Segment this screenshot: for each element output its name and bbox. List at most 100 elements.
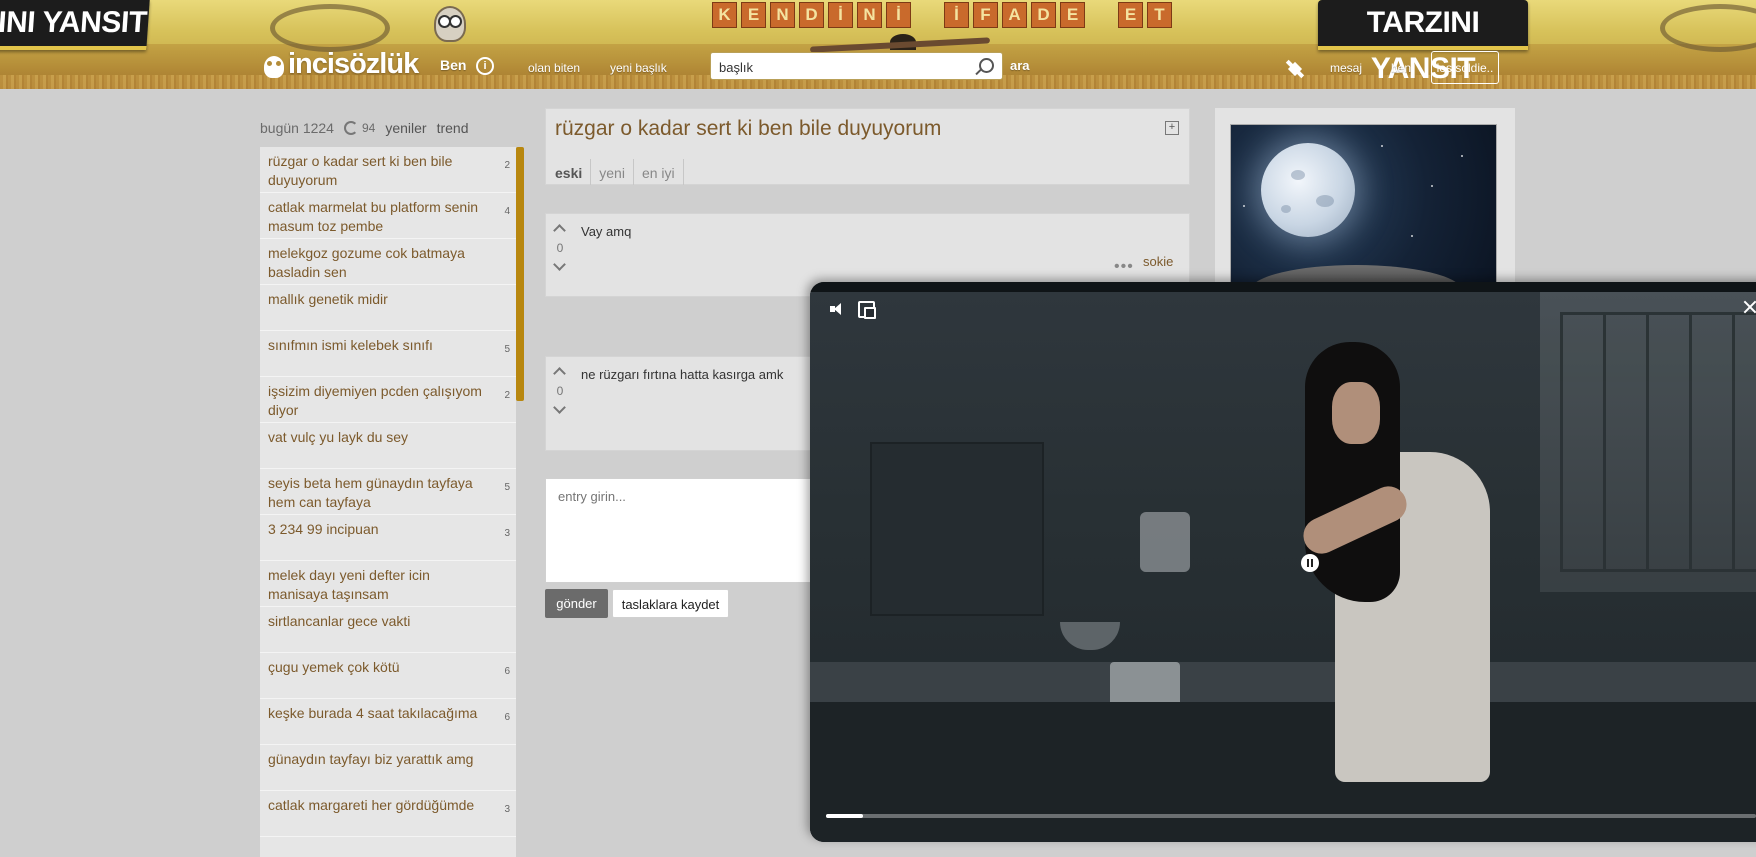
tagline-letter: F [973,2,998,28]
sidebar-topic-item[interactable]: melek dayı yeni defter icin manisaya taş… [260,561,516,607]
nav-yeni-baslik[interactable]: yeni başlık [610,61,667,75]
sidebar-topic-title[interactable]: işsizim diyemiyen pcden çalışıyom diyor [268,382,488,420]
vote-count: 0 [556,241,564,255]
sidebar-topic-title[interactable]: mallık genetik midir [268,290,488,309]
sidebar-topic-title[interactable]: melekgoz gozume cok batmaya basladin sen [268,244,488,282]
upvote-icon[interactable] [553,224,566,237]
info-icon[interactable]: i [476,57,494,75]
nav-mesaj[interactable]: mesaj [1330,61,1362,75]
sidebar-topic-item[interactable]: sirtlancanlar gece vakti [260,607,516,653]
sidebar-topic-item[interactable]: çugu yemek çok kötü 6 [260,653,516,699]
send-button[interactable]: gönder [545,589,608,618]
expand-icon[interactable]: + [1165,121,1179,135]
nav-olan-biten[interactable]: olan biten [528,61,580,75]
tagline-letter: İ [944,2,969,28]
sidebar-topic-item[interactable]: 3 234 99 incipuan 3 [260,515,516,561]
sidebar-topic-count: 3 [504,528,510,539]
video-player[interactable] [810,282,1756,842]
save-draft-button[interactable]: taslaklara kaydet [612,589,729,618]
sidebar-topic-item[interactable]: melekgoz gozume cok batmaya basladin sen [260,239,516,285]
search-icon[interactable] [979,58,994,73]
sidebar-topic-item[interactable]: rüzgar o kadar sert ki ben bile duyuyoru… [260,147,516,193]
video-progress-bar[interactable] [826,814,1756,818]
sidebar-topic-title[interactable]: sirtlancanlar gece vakti [268,612,488,631]
video-topbar [810,282,1756,292]
video-progress-fill [826,814,864,818]
volume-icon[interactable] [830,302,846,316]
sidebar-topic-title[interactable]: rüzgar o kadar sert ki ben bile duyuyoru… [268,152,488,190]
downvote-icon[interactable] [553,401,566,414]
sidebar-topic-title[interactable]: çugu yemek çok kötü [268,658,488,677]
sidebar-topic-title[interactable]: keşke burada 4 saat takılacağıma [268,704,488,723]
tab-yeni[interactable]: yeni [599,159,634,185]
sidebar-topic-title[interactable]: catlak marmelat bu platform senin masum … [268,198,488,236]
nav-ben-link[interactable]: ben [1391,61,1411,75]
satellite-icon[interactable] [1284,58,1306,80]
sidebar-topic-title[interactable]: catlak margareti her gördüğümde [268,796,488,815]
video-frame[interactable] [810,292,1756,842]
topic-list: rüzgar o kadar sert ki ben bile duyuyoru… [260,147,516,857]
sidebar-topic-title[interactable]: seyis beta hem günaydın tayfaya hem can … [268,474,488,512]
sidebar-topic-item[interactable]: keşke burada 4 saat takılacağıma 6 [260,699,516,745]
search-button[interactable]: ara [1010,58,1030,73]
page-title[interactable]: rüzgar o kadar sert ki ben bile duyuyoru… [555,117,941,141]
banner-decoration-ring [270,4,390,52]
tab-eski[interactable]: eski [555,159,592,185]
site-logo[interactable]: incisözlük [288,48,419,81]
search-box[interactable] [710,52,1003,80]
tagline-letter: E [1118,2,1143,28]
sidebar-topic-count: 4 [504,206,510,217]
sidebar-topic-title[interactable]: günaydın tayfayı biz yarattık amg [268,750,488,769]
tagline-letter: A [1002,2,1027,28]
sidebar-topic-count: 3 [504,804,510,815]
tagline-letter: T [1147,2,1172,28]
downvote-icon[interactable] [553,258,566,271]
refresh-count: 94 [361,121,376,135]
moon-image[interactable] [1230,124,1497,296]
sidebar-topic-title[interactable]: melek dayı yeni defter icin manisaya taş… [268,566,488,604]
sidebar-topic-item[interactable]: mallık genetik midir [260,285,516,331]
tab-en-iyi[interactable]: en iyi [642,159,684,185]
sidebar-topic-item[interactable]: sınıfmın ismi kelebek sınıfı 5 [260,331,516,377]
banner-sign-left: INI YANSIT [0,0,150,50]
topic-header: rüzgar o kadar sert ki ben bile duyuyoru… [545,108,1190,185]
sidebar-scrollbar[interactable] [516,147,524,401]
sidebar-topic-item[interactable]: işsizim diyemiyen pcden çalışıyom diyor 2 [260,377,516,423]
sidebar-topic-item[interactable]: günaydın tayfayı biz yarattık amg [260,745,516,791]
tab-yeniler[interactable]: yeniler [385,120,426,136]
sidebar-topic-count: 6 [504,712,510,723]
sidebar-topic-item[interactable]: vat vulç yu layk du sey [260,423,516,469]
tagline-letter: D [1031,2,1056,28]
pause-icon[interactable] [1301,554,1319,572]
logo-owl-icon[interactable] [264,56,284,78]
entry-text: ne rüzgarı fırtına hatta kasırga amk [581,367,784,382]
refresh-icon[interactable] [343,121,358,135]
user-menu-button[interactable]: lostsoldie.. [1431,51,1499,84]
upvote-icon[interactable] [553,367,566,380]
search-input[interactable] [717,56,971,78]
tagline-letter: N [857,2,882,28]
picture-in-picture-icon[interactable] [858,301,876,319]
sidebar-topic-count: 2 [504,160,510,171]
more-options-icon[interactable]: ••• [1114,258,1134,276]
sidebar-topic-item[interactable]: seyis beta hem günaydın tayfaya hem can … [260,469,516,515]
owl-icon [434,6,466,42]
entry-author[interactable]: sokie [1143,254,1173,269]
sidebar-topic-title[interactable]: vat vulç yu layk du sey [268,428,488,447]
sidebar-topic-count: 5 [504,482,510,493]
site-header: INI YANSIT KENDİNİ İFADE ET TARZINI YANS… [0,0,1756,89]
sidebar-topic-item[interactable]: catlak marmelat bu platform senin masum … [260,193,516,239]
tagline-letter: E [741,2,766,28]
close-icon[interactable] [1743,300,1756,314]
tagline-letter: İ [828,2,853,28]
nav-ben[interactable]: Ben [440,57,466,73]
today-count[interactable]: bugün 1224 [260,120,334,136]
sidebar-topic-count: 5 [504,344,510,355]
sidebar-topic-title[interactable]: sınıfmın ismi kelebek sınıfı [268,336,488,355]
sidebar-topic-title[interactable]: 3 234 99 incipuan [268,520,488,539]
entry-text: Vay amq [581,224,632,239]
tab-trend[interactable]: trend [437,120,469,136]
sidebar-header: bugün 1224 94 yeniler trend [260,120,469,136]
tagline-letter: E [1060,2,1085,28]
sidebar-topic-item[interactable]: catlak margareti her gördüğümde 3 [260,791,516,837]
